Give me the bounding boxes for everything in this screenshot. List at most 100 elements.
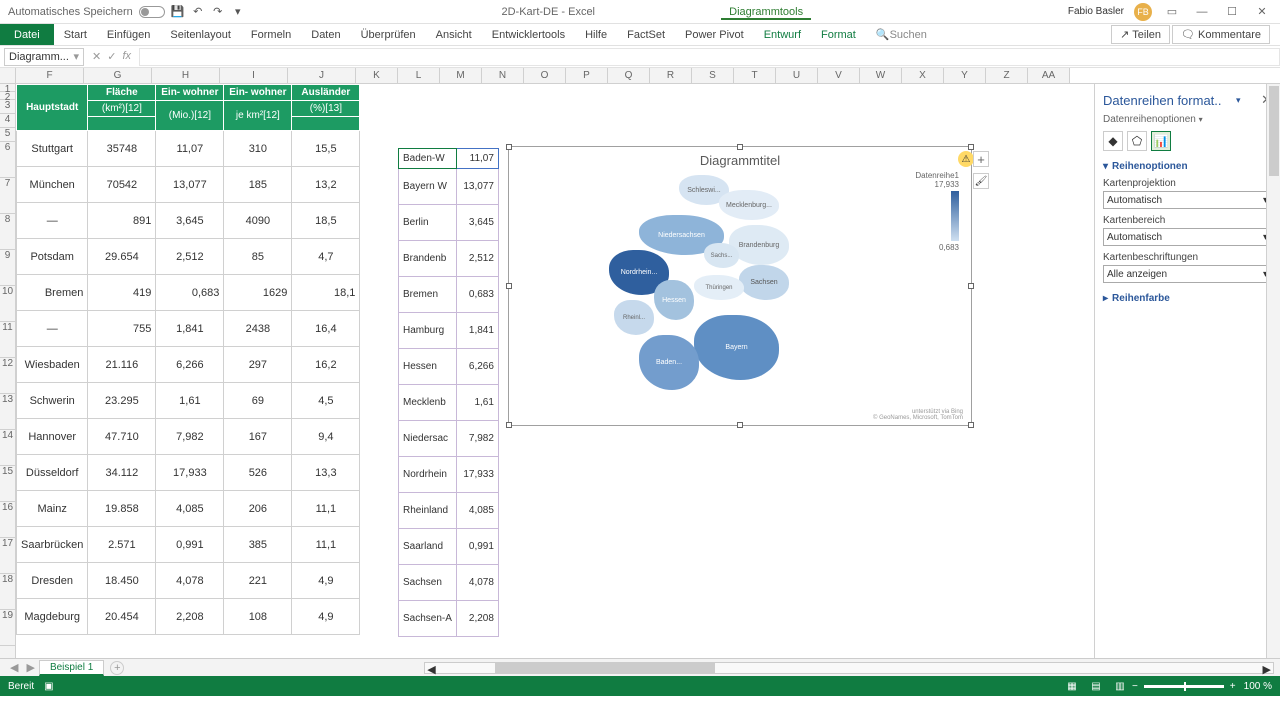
chart-warning-icon[interactable]: ⚠	[958, 151, 974, 167]
tab-design[interactable]: Entwurf	[754, 24, 811, 45]
cell[interactable]: 4,5	[292, 383, 360, 419]
col-R[interactable]: R	[650, 68, 692, 83]
tab-format[interactable]: Format	[811, 24, 866, 45]
cell[interactable]: 4,7	[292, 239, 360, 275]
map-labels-select[interactable]: Alle anzeigen▾	[1103, 265, 1272, 283]
row-19[interactable]: 19	[0, 610, 15, 646]
row-17[interactable]: 17	[0, 538, 15, 574]
user-name[interactable]: Fabio Basler	[1068, 6, 1124, 17]
tab-formulas[interactable]: Formeln	[241, 24, 301, 45]
col-S[interactable]: S	[692, 68, 734, 83]
cell[interactable]: 206	[224, 491, 292, 527]
name-box[interactable]: Diagramm...▾	[4, 48, 84, 66]
cell[interactable]: 2438	[224, 311, 292, 347]
formula-input[interactable]	[139, 48, 1280, 66]
col-T[interactable]: T	[734, 68, 776, 83]
cell[interactable]: 35748	[88, 131, 156, 167]
cell[interactable]: 11,07	[156, 131, 224, 167]
cell[interactable]: 297	[224, 347, 292, 383]
row-8[interactable]: 8	[0, 214, 15, 250]
view-break-icon[interactable]: ▥	[1109, 679, 1131, 693]
cell[interactable]: 13,3	[292, 455, 360, 491]
zoom-level[interactable]: 100 %	[1244, 681, 1272, 692]
cancel-formula-icon[interactable]: ✕	[92, 50, 101, 63]
horizontal-scrollbar[interactable]: ◀▶	[424, 662, 1274, 674]
tab-factset[interactable]: FactSet	[617, 24, 675, 45]
series-color-heading[interactable]: ▸ Reihenfarbe	[1103, 293, 1272, 304]
cell[interactable]: Hannover	[17, 419, 88, 455]
sheet-nav-next-icon[interactable]: ▶	[22, 661, 38, 674]
cell[interactable]: 29.654	[88, 239, 156, 275]
row-5[interactable]: 5	[0, 128, 15, 142]
col-G[interactable]: G	[84, 68, 152, 83]
cell[interactable]: Hamburg	[399, 313, 457, 349]
row-16[interactable]: 16	[0, 502, 15, 538]
tab-data[interactable]: Daten	[301, 24, 350, 45]
chart-tools-tab[interactable]: Diagrammtools	[721, 6, 811, 20]
cell[interactable]: 2.571	[88, 527, 156, 563]
col-O[interactable]: O	[524, 68, 566, 83]
user-avatar[interactable]: FB	[1134, 3, 1152, 21]
comments-button[interactable]: 🗨 Kommentare	[1172, 25, 1270, 44]
zoom-in-icon[interactable]: +	[1230, 681, 1236, 692]
cell[interactable]: Magdeburg	[17, 599, 88, 635]
col-Z[interactable]: Z	[986, 68, 1028, 83]
row-13[interactable]: 13	[0, 394, 15, 430]
cell[interactable]: 6,266	[156, 347, 224, 383]
row-6[interactable]: 6	[0, 142, 15, 178]
row-4[interactable]: 4	[0, 114, 15, 128]
cell[interactable]: Baden-W	[399, 149, 457, 169]
chart-elements-button[interactable]: +	[973, 151, 989, 167]
zoom-slider[interactable]	[1144, 685, 1224, 688]
cell[interactable]: 16,4	[292, 311, 360, 347]
close-icon[interactable]: ✕	[1252, 2, 1272, 22]
cell[interactable]: 1629	[224, 275, 292, 311]
cell[interactable]: 17,933	[156, 455, 224, 491]
col-H[interactable]: H	[152, 68, 220, 83]
cell[interactable]: 4,085	[456, 493, 498, 529]
undo-icon[interactable]: ↶	[191, 5, 205, 19]
sheet-tab-active[interactable]: Beispiel 1	[39, 660, 104, 676]
cell[interactable]: 20.454	[88, 599, 156, 635]
cell[interactable]: 69	[224, 383, 292, 419]
select-all-corner[interactable]	[0, 68, 16, 83]
cell[interactable]: 13,2	[292, 167, 360, 203]
cell[interactable]: 19.858	[88, 491, 156, 527]
share-button[interactable]: ↗ Teilen	[1111, 25, 1170, 44]
cell[interactable]: 4,078	[156, 563, 224, 599]
col-U[interactable]: U	[776, 68, 818, 83]
col-N[interactable]: N	[482, 68, 524, 83]
row-10[interactable]: 10	[0, 286, 15, 322]
cell[interactable]: Saarbrücken	[17, 527, 88, 563]
cell[interactable]: 13,077	[456, 169, 498, 205]
vertical-scrollbar[interactable]	[1266, 84, 1280, 658]
cell[interactable]: 16,2	[292, 347, 360, 383]
cell[interactable]: 9,4	[292, 419, 360, 455]
cell[interactable]: 0,683	[156, 275, 224, 311]
new-sheet-icon[interactable]: +	[110, 661, 124, 675]
row-2[interactable]: 2	[0, 92, 15, 100]
cell[interactable]: Potsdam	[17, 239, 88, 275]
cell[interactable]: 4,9	[292, 563, 360, 599]
cell[interactable]: Bayern W	[399, 169, 457, 205]
cell[interactable]: Bremen	[17, 275, 88, 311]
minimize-icon[interactable]: —	[1192, 2, 1212, 22]
ribbon-display-icon[interactable]: ▭	[1162, 2, 1182, 22]
cell[interactable]: 4,085	[156, 491, 224, 527]
cell[interactable]: 4,078	[456, 565, 498, 601]
cell[interactable]: 2,208	[456, 601, 498, 637]
pane-dropdown-icon[interactable]: ▾	[1236, 95, 1241, 106]
cell[interactable]: 18.450	[88, 563, 156, 599]
cell[interactable]: 2,512	[156, 239, 224, 275]
row-14[interactable]: 14	[0, 430, 15, 466]
view-normal-icon[interactable]: ▦	[1061, 679, 1083, 693]
cell[interactable]: 34.112	[88, 455, 156, 491]
cell[interactable]: Rheinland	[399, 493, 457, 529]
cell[interactable]: 4090	[224, 203, 292, 239]
tab-view[interactable]: Ansicht	[426, 24, 482, 45]
cell[interactable]: 1,841	[456, 313, 498, 349]
cell[interactable]: Stuttgart	[17, 131, 88, 167]
cell[interactable]: 1,61	[156, 383, 224, 419]
col-F[interactable]: F	[16, 68, 84, 83]
cell[interactable]: 0,683	[456, 277, 498, 313]
